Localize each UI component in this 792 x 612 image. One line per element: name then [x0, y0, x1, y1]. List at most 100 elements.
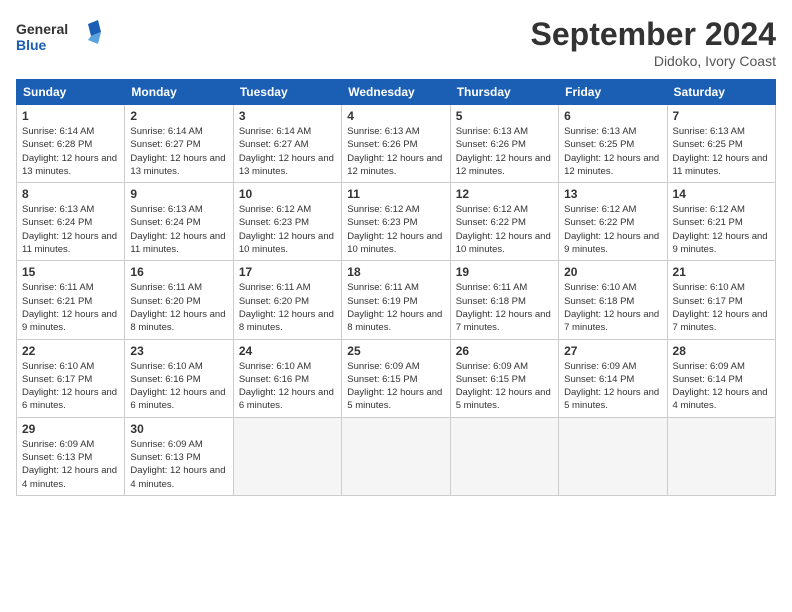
day-number: 13 [564, 187, 661, 201]
day-number: 30 [130, 422, 227, 436]
table-row: 25Sunrise: 6:09 AMSunset: 6:15 PMDayligh… [342, 339, 450, 417]
table-row [667, 417, 775, 495]
day-number: 14 [673, 187, 770, 201]
table-row [342, 417, 450, 495]
logo-text: General Blue [16, 16, 106, 61]
day-info: Sunrise: 6:11 AMSunset: 6:19 PMDaylight:… [347, 281, 444, 334]
day-info: Sunrise: 6:10 AMSunset: 6:16 PMDaylight:… [130, 360, 227, 413]
day-info: Sunrise: 6:13 AMSunset: 6:26 PMDaylight:… [456, 125, 553, 178]
day-number: 5 [456, 109, 553, 123]
day-info: Sunrise: 6:13 AMSunset: 6:26 PMDaylight:… [347, 125, 444, 178]
day-info: Sunrise: 6:12 AMSunset: 6:23 PMDaylight:… [347, 203, 444, 256]
table-row: 15 Sunrise: 6:11 AMSunset: 6:21 PMDayligh… [17, 261, 125, 339]
table-row: 5 Sunrise: 6:13 AMSunset: 6:26 PMDaylight… [450, 105, 558, 183]
day-number: 15 [22, 265, 119, 279]
day-info: Sunrise: 6:13 AMSunset: 6:25 PMDaylight:… [564, 125, 661, 178]
day-info: Sunrise: 6:11 AMSunset: 6:20 PMDaylight:… [239, 281, 336, 334]
day-number: 23 [130, 344, 227, 358]
table-row: 4 Sunrise: 6:13 AMSunset: 6:26 PMDaylight… [342, 105, 450, 183]
day-info: Sunrise: 6:14 AMSunset: 6:27 AMDaylight:… [239, 125, 336, 178]
day-info: Sunrise: 6:12 AMSunset: 6:23 PMDaylight:… [239, 203, 336, 256]
day-number: 21 [673, 265, 770, 279]
day-number: 4 [347, 109, 444, 123]
day-info: Sunrise: 6:09 AMSunset: 6:13 PMDaylight:… [22, 438, 119, 491]
day-number: 10 [239, 187, 336, 201]
table-row: 17 Sunrise: 6:11 AMSunset: 6:20 PMDayligh… [233, 261, 341, 339]
day-number: 17 [239, 265, 336, 279]
day-info: Sunrise: 6:13 AMSunset: 6:25 PMDaylight:… [673, 125, 770, 178]
day-number: 8 [22, 187, 119, 201]
day-number: 19 [456, 265, 553, 279]
table-row: 18 Sunrise: 6:11 AMSunset: 6:19 PMDayligh… [342, 261, 450, 339]
month-title: September 2024 [531, 16, 776, 53]
day-info: Sunrise: 6:10 AMSunset: 6:16 PMDaylight:… [239, 360, 336, 413]
table-row: 13 Sunrise: 6:12 AMSunset: 6:22 PMDayligh… [559, 183, 667, 261]
table-row: 29 Sunrise: 6:09 AMSunset: 6:13 PMDayligh… [17, 417, 125, 495]
table-row: 26 Sunrise: 6:09 AMSunset: 6:15 PMDayligh… [450, 339, 558, 417]
day-number: 28 [673, 344, 770, 358]
table-row: 6 Sunrise: 6:13 AMSunset: 6:25 PMDaylight… [559, 105, 667, 183]
table-row: 21 Sunrise: 6:10 AMSunset: 6:17 PMDayligh… [667, 261, 775, 339]
title-block: September 2024 Didoko, Ivory Coast [531, 16, 776, 69]
col-saturday: Saturday [667, 80, 775, 105]
day-info: Sunrise: 6:09 AMSunset: 6:13 PMDaylight:… [130, 438, 227, 491]
table-row: 23 Sunrise: 6:10 AMSunset: 6:16 PMDayligh… [125, 339, 233, 417]
day-number: 29 [22, 422, 119, 436]
day-info: Sunrise: 6:10 AMSunset: 6:18 PMDaylight:… [564, 281, 661, 334]
table-row: 20 Sunrise: 6:10 AMSunset: 6:18 PMDayligh… [559, 261, 667, 339]
table-row: 2Sunrise: 6:14 AMSunset: 6:27 PMDaylight… [125, 105, 233, 183]
svg-text:Blue: Blue [16, 37, 47, 53]
day-number: 27 [564, 344, 661, 358]
day-info: Sunrise: 6:10 AMSunset: 6:17 PMDaylight:… [673, 281, 770, 334]
day-info: Sunrise: 6:13 AMSunset: 6:24 PMDaylight:… [22, 203, 119, 256]
table-row: 7 Sunrise: 6:13 AMSunset: 6:25 PMDaylight… [667, 105, 775, 183]
svg-text:General: General [16, 21, 68, 37]
table-row: 10 Sunrise: 6:12 AMSunset: 6:23 PMDayligh… [233, 183, 341, 261]
day-info: Sunrise: 6:14 AMSunset: 6:27 PMDaylight:… [130, 125, 227, 178]
day-info: Sunrise: 6:11 AMSunset: 6:21 PMDaylight:… [22, 281, 119, 334]
table-row: 22 Sunrise: 6:10 AMSunset: 6:17 PMDayligh… [17, 339, 125, 417]
table-row: 12 Sunrise: 6:12 AMSunset: 6:22 PMDayligh… [450, 183, 558, 261]
col-friday: Friday [559, 80, 667, 105]
col-sunday: Sunday [17, 80, 125, 105]
day-number: 1 [22, 109, 119, 123]
day-info: Sunrise: 6:12 AMSunset: 6:22 PMDaylight:… [456, 203, 553, 256]
table-row: 1 Sunrise: 6:14 AMSunset: 6:28 PMDaylight… [17, 105, 125, 183]
table-row: 24 Sunrise: 6:10 AMSunset: 6:16 PMDayligh… [233, 339, 341, 417]
day-number: 20 [564, 265, 661, 279]
logo: General Blue [16, 16, 106, 61]
day-number: 12 [456, 187, 553, 201]
table-row [559, 417, 667, 495]
table-row [450, 417, 558, 495]
day-info: Sunrise: 6:11 AMSunset: 6:18 PMDaylight:… [456, 281, 553, 334]
calendar-table: Sunday Monday Tuesday Wednesday Thursday… [16, 79, 776, 496]
day-info: Sunrise: 6:13 AMSunset: 6:24 PMDaylight:… [130, 203, 227, 256]
table-row: 9 Sunrise: 6:13 AMSunset: 6:24 PMDaylight… [125, 183, 233, 261]
day-number: 3 [239, 109, 336, 123]
page: General Blue September 2024 Didoko, Ivor… [0, 0, 792, 612]
day-number: 9 [130, 187, 227, 201]
table-row: 30 Sunrise: 6:09 AMSunset: 6:13 PMDayligh… [125, 417, 233, 495]
day-number: 7 [673, 109, 770, 123]
day-number: 11 [347, 187, 444, 201]
day-info: Sunrise: 6:12 AMSunset: 6:22 PMDaylight:… [564, 203, 661, 256]
table-row: 14Sunrise: 6:12 AMSunset: 6:21 PMDayligh… [667, 183, 775, 261]
day-info: Sunrise: 6:09 AMSunset: 6:15 PMDaylight:… [456, 360, 553, 413]
table-row: 16Sunrise: 6:11 AMSunset: 6:20 PMDayligh… [125, 261, 233, 339]
col-thursday: Thursday [450, 80, 558, 105]
day-number: 24 [239, 344, 336, 358]
day-info: Sunrise: 6:14 AMSunset: 6:28 PMDaylight:… [22, 125, 119, 178]
day-info: Sunrise: 6:11 AMSunset: 6:20 PMDaylight:… [130, 281, 227, 334]
day-info: Sunrise: 6:09 AMSunset: 6:15 PMDaylight:… [347, 360, 444, 413]
day-number: 22 [22, 344, 119, 358]
table-row: 27Sunrise: 6:09 AMSunset: 6:14 PMDayligh… [559, 339, 667, 417]
table-row: 11 Sunrise: 6:12 AMSunset: 6:23 PMDayligh… [342, 183, 450, 261]
day-info: Sunrise: 6:10 AMSunset: 6:17 PMDaylight:… [22, 360, 119, 413]
day-number: 18 [347, 265, 444, 279]
table-row: 3 Sunrise: 6:14 AMSunset: 6:27 AMDaylight… [233, 105, 341, 183]
table-row: 8 Sunrise: 6:13 AMSunset: 6:24 PMDaylight… [17, 183, 125, 261]
header: General Blue September 2024 Didoko, Ivor… [16, 16, 776, 69]
day-number: 6 [564, 109, 661, 123]
day-number: 26 [456, 344, 553, 358]
col-monday: Monday [125, 80, 233, 105]
